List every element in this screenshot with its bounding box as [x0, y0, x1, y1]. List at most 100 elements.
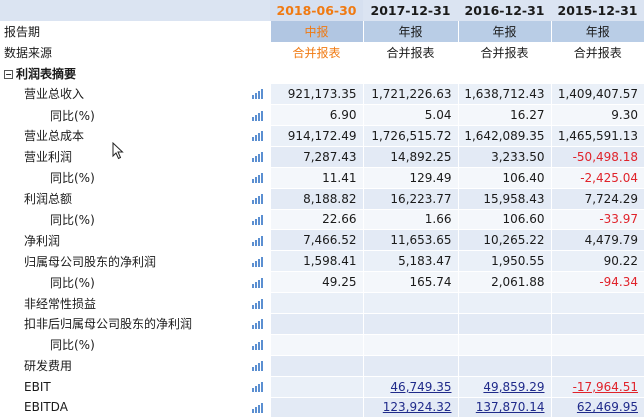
table-row[interactable]: 营业利润 7,287.43 14,892.25 3,233.50 -50,498.18	[0, 146, 644, 168]
chart-bars-icon[interactable]	[245, 355, 270, 377]
value-link[interactable]: 123,924.32	[383, 400, 452, 414]
value-cell	[550, 334, 644, 356]
value-cell: -33.97	[550, 209, 644, 231]
value-cell: 8,188.82	[269, 188, 363, 210]
value-cell	[457, 292, 551, 314]
table-row[interactable]: 营业总收入 921,173.35 1,721,226.63 1,638,712.43 1…	[0, 83, 644, 106]
section-header[interactable]: − 利润表摘要	[0, 62, 644, 84]
value-cell	[362, 313, 458, 335]
value-cell	[362, 355, 458, 377]
chart-bars-icon[interactable]	[245, 83, 270, 106]
row-label: 净利润	[0, 229, 245, 252]
value-cell	[269, 313, 363, 335]
report-period-value: 年报	[457, 21, 551, 42]
value-cell: 137,870.14	[457, 397, 551, 419]
value-cell: 49,859.29	[457, 376, 551, 398]
collapse-toggle-icon[interactable]: −	[4, 69, 13, 79]
chart-bars-icon[interactable]	[245, 292, 270, 314]
data-source-value: 合并报表	[362, 41, 458, 63]
value-cell: -2,425.04	[550, 167, 644, 189]
value-link[interactable]: 46,749.35	[390, 380, 451, 394]
column-header-date[interactable]: 2016-12-31	[458, 0, 551, 21]
value-cell	[550, 355, 644, 377]
row-label: 研发费用	[0, 355, 245, 377]
chart-bars-icon[interactable]	[245, 229, 270, 252]
value-cell: 49.25	[269, 271, 363, 294]
row-label: 利润总额	[0, 188, 245, 210]
value-cell: 1,726,515.72	[362, 125, 458, 147]
value-cell: -17,964.51	[550, 376, 644, 398]
chart-bars-icon[interactable]	[245, 125, 270, 147]
table-row[interactable]: 同比(%) 6.90 5.04 16.27 9.30	[0, 104, 644, 126]
value-cell: 3,233.50	[457, 146, 551, 168]
row-label: 营业总成本	[0, 125, 245, 147]
data-source-label: 数据来源	[0, 41, 270, 63]
value-cell: 1,598.41	[269, 250, 363, 273]
table-row[interactable]: 同比(%) 49.25 165.74 2,061.88 -94.34	[0, 271, 644, 294]
row-label: 营业利润	[0, 146, 245, 168]
value-cell: 62,469.95	[550, 397, 644, 419]
value-cell	[269, 397, 363, 419]
value-cell: 2,061.88	[457, 271, 551, 294]
row-label: EBITDA	[0, 397, 245, 419]
chart-bars-icon[interactable]	[245, 334, 270, 356]
column-header-date[interactable]: 2015-12-31	[551, 0, 644, 21]
value-cell: 16.27	[457, 104, 551, 126]
table-row[interactable]: 同比(%) 11.41 129.49 106.40 -2,425.04	[0, 167, 644, 189]
value-link[interactable]: -17,964.51	[573, 380, 638, 394]
table-row[interactable]: 同比(%)	[0, 334, 644, 356]
value-cell	[269, 355, 363, 377]
report-period-value: 年报	[550, 21, 644, 42]
column-header-date[interactable]: 2018-06-30	[270, 0, 363, 21]
row-label: 同比(%)	[0, 104, 245, 126]
value-cell	[269, 376, 363, 398]
report-period-value: 年报	[362, 21, 458, 42]
table-row[interactable]: 利润总额 8,188.82 16,223.77 15,958.43 7,724.29	[0, 188, 644, 210]
chart-bars-icon[interactable]	[245, 209, 270, 231]
value-cell	[362, 292, 458, 314]
value-cell: 9.30	[550, 104, 644, 126]
report-period-label: 报告期	[0, 21, 270, 42]
section-title: 利润表摘要	[16, 66, 77, 81]
data-source-value: 合并报表	[457, 41, 551, 63]
column-header-date[interactable]: 2017-12-31	[363, 0, 458, 21]
data-source-value: 合并报表	[550, 41, 644, 63]
chart-bars-icon[interactable]	[245, 376, 270, 398]
row-label: 非经常性损益	[0, 292, 245, 314]
table-row[interactable]: 非经常性损益	[0, 292, 644, 314]
chart-bars-icon[interactable]	[245, 167, 270, 189]
value-cell	[550, 313, 644, 335]
row-label: 营业总收入	[0, 83, 245, 106]
value-cell: 6.90	[269, 104, 363, 126]
chart-bars-icon[interactable]	[245, 104, 270, 126]
chart-bars-icon[interactable]	[245, 397, 270, 419]
table-row[interactable]: 净利润 7,466.52 11,653.65 10,265.22 4,479.79	[0, 229, 644, 252]
chart-bars-icon[interactable]	[245, 271, 270, 294]
chart-bars-icon[interactable]	[245, 146, 270, 168]
chart-bars-icon[interactable]	[245, 188, 270, 210]
value-link[interactable]: 62,469.95	[577, 400, 638, 414]
value-cell: 129.49	[362, 167, 458, 189]
value-cell: 1,642,089.35	[457, 125, 551, 147]
table-row[interactable]: 归属母公司股东的净利润 1,598.41 5,183.47 1,950.55 90.22	[0, 250, 644, 273]
chart-bars-icon[interactable]	[245, 313, 270, 335]
table-row[interactable]: 研发费用	[0, 355, 644, 377]
table-row[interactable]: 扣非后归属母公司股东的净利润	[0, 313, 644, 335]
table-row[interactable]: EBIT 46,749.35 49,859.29 -17,964.51	[0, 376, 644, 398]
value-cell: 7,466.52	[269, 229, 363, 252]
table-row[interactable]: 营业总成本 914,172.49 1,726,515.72 1,642,089.35 1…	[0, 125, 644, 147]
value-cell: 11,653.65	[362, 229, 458, 252]
chart-bars-icon[interactable]	[245, 250, 270, 273]
value-cell: 1.66	[362, 209, 458, 231]
table-row[interactable]: EBITDA 123,924.32 137,870.14 62,469.95	[0, 397, 644, 419]
value-cell: 106.60	[457, 209, 551, 231]
value-cell	[457, 313, 551, 335]
table-row[interactable]: 同比(%) 22.66 1.66 106.60 -33.97	[0, 209, 644, 231]
value-link[interactable]: 137,870.14	[476, 400, 545, 414]
row-label: 归属母公司股东的净利润	[0, 250, 245, 273]
value-cell: 5,183.47	[362, 250, 458, 273]
row-label: 扣非后归属母公司股东的净利润	[0, 313, 245, 335]
value-cell: 5.04	[362, 104, 458, 126]
value-link[interactable]: 49,859.29	[483, 380, 544, 394]
data-source-value: 合并报表	[269, 41, 363, 63]
